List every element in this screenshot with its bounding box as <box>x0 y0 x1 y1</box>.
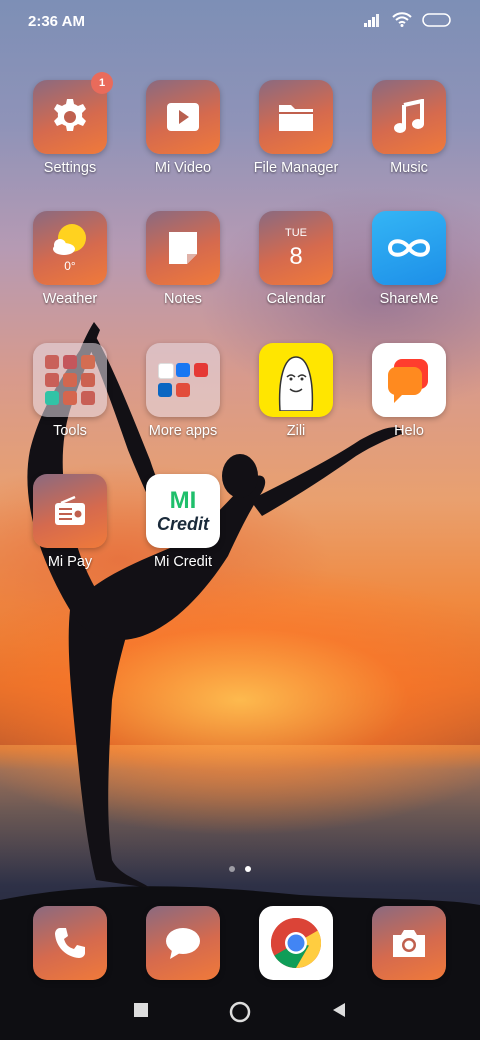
temperature-text: 0° <box>64 259 76 273</box>
radio-icon <box>55 495 85 525</box>
messages-app-icon[interactable] <box>146 906 220 980</box>
notes-app-icon[interactable] <box>146 211 220 285</box>
mi-credit-logo: MI <box>169 487 197 514</box>
page-dot[interactable] <box>229 866 235 872</box>
chrome-app-icon[interactable] <box>259 906 333 980</box>
app-label: File Manager <box>253 160 339 176</box>
recents-button[interactable] <box>131 1000 151 1020</box>
note-icon <box>169 232 197 264</box>
helo-chat-icon <box>388 359 428 403</box>
app-music[interactable]: Music <box>353 80 465 176</box>
tools-folder-icon[interactable] <box>33 343 107 417</box>
wifi-icon <box>392 12 412 27</box>
app-mi-video[interactable]: Mi Video <box>127 80 239 176</box>
app-label: Helo <box>394 423 424 439</box>
app-label: Calendar <box>266 291 326 307</box>
app-label: Notes <box>164 291 202 307</box>
infinity-icon <box>387 239 431 257</box>
folder-preview <box>158 363 208 397</box>
app-mi-pay[interactable]: Mi Pay <box>14 474 126 570</box>
zili-face-icon <box>278 356 314 411</box>
battery-icon <box>422 12 451 27</box>
app-notes[interactable]: Notes <box>127 211 239 307</box>
calendar-weekday: TUE <box>285 226 307 239</box>
status-time: 2:36 AM <box>28 13 85 30</box>
app-label: More apps <box>148 423 218 439</box>
calendar-icon: TUE 8 <box>285 226 307 270</box>
navigation-bar <box>0 990 480 1040</box>
app-calendar[interactable]: TUE 8 Calendar <box>240 211 352 307</box>
file-manager-app-icon[interactable] <box>259 80 333 154</box>
app-settings[interactable]: 1 Settings <box>14 72 126 176</box>
music-app-icon[interactable] <box>372 80 446 154</box>
shareme-app-icon[interactable] <box>372 211 446 285</box>
mi-video-app-icon[interactable] <box>146 80 220 154</box>
app-label: Weather <box>42 291 98 307</box>
dock-messages[interactable] <box>127 906 239 980</box>
camera-app-icon[interactable] <box>372 906 446 980</box>
app-label: Music <box>390 160 428 176</box>
page-indicator <box>0 866 480 872</box>
gear-icon <box>54 99 86 131</box>
phone-icon <box>55 928 85 958</box>
folder-preview <box>45 355 95 405</box>
helo-app-icon[interactable] <box>372 343 446 417</box>
status-bar: 2:36 AM <box>0 0 480 44</box>
app-helo[interactable]: Helo <box>353 343 465 439</box>
app-label: Mi Video <box>154 160 212 176</box>
chrome-icon <box>270 917 322 969</box>
app-file-manager[interactable]: File Manager <box>240 80 352 176</box>
app-label: Zili <box>286 423 306 439</box>
app-mi-credit[interactable]: MI Credit Mi Credit <box>127 474 239 570</box>
mi-credit-app-icon[interactable]: MI Credit <box>146 474 220 548</box>
app-label: Mi Credit <box>153 554 212 570</box>
calendar-app-icon[interactable]: TUE 8 <box>259 211 333 285</box>
app-zili[interactable]: Zili <box>240 343 352 439</box>
settings-app-icon[interactable]: 1 <box>33 72 113 154</box>
back-button[interactable] <box>330 1000 348 1020</box>
zili-app-icon[interactable] <box>259 343 333 417</box>
app-weather[interactable]: 0° Weather <box>14 211 126 307</box>
camera-icon <box>393 930 425 957</box>
mi-pay-app-icon[interactable] <box>33 474 107 548</box>
status-icons <box>364 12 452 27</box>
app-label: Settings <box>43 160 97 176</box>
more-apps-folder-icon[interactable] <box>146 343 220 417</box>
calendar-date: 8 <box>289 242 303 270</box>
app-tools-folder[interactable]: Tools <box>14 343 126 439</box>
dock-phone[interactable] <box>14 906 126 980</box>
phone-app-icon[interactable] <box>33 906 107 980</box>
weather-icon <box>53 224 86 255</box>
messages-icon <box>166 928 200 959</box>
play-icon <box>167 103 199 131</box>
app-label: Mi Pay <box>47 554 93 570</box>
dock-chrome[interactable] <box>240 906 352 980</box>
app-shareme[interactable]: ShareMe <box>353 211 465 307</box>
mi-credit-logo-text: Credit <box>156 514 209 534</box>
signal-icon <box>364 13 379 27</box>
page-dot-active[interactable] <box>245 866 251 872</box>
weather-app-icon[interactable]: 0° <box>33 211 107 285</box>
folder-icon <box>279 105 313 131</box>
home-button[interactable] <box>228 1000 252 1024</box>
notification-badge: 1 <box>91 72 113 94</box>
app-label: ShareMe <box>379 291 439 307</box>
app-more-apps-folder[interactable]: More apps <box>127 343 239 439</box>
dock-camera[interactable] <box>353 906 465 980</box>
music-note-icon <box>394 99 424 133</box>
app-label: Tools <box>53 423 87 439</box>
